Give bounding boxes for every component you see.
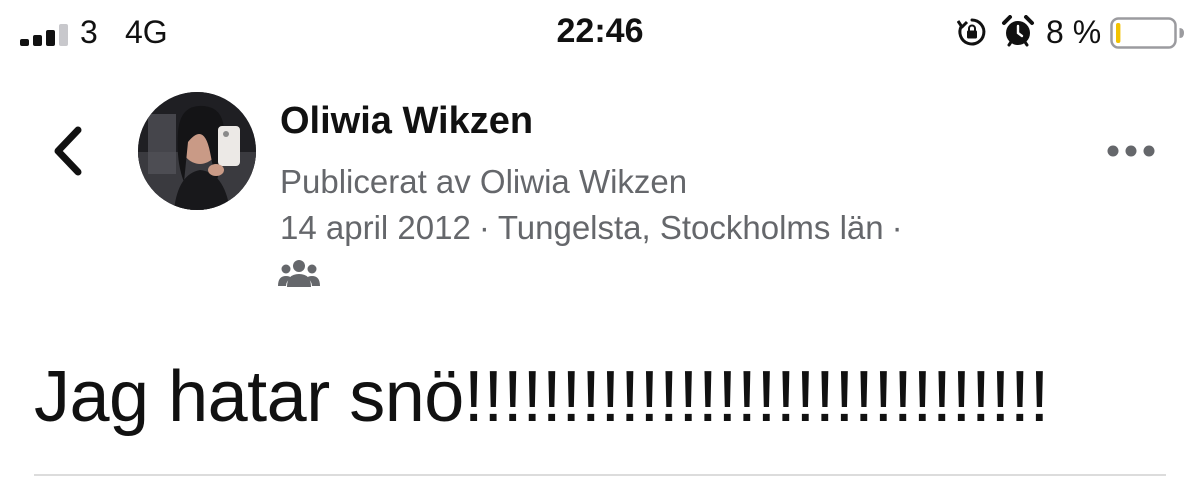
battery-icon: [1110, 17, 1184, 49]
post-date[interactable]: 14 april 2012: [280, 209, 471, 246]
avatar[interactable]: [138, 92, 256, 210]
post-text: Jag hatar snö!!!!!!!!!!!!!!!!!!!!!!!!!!!…: [34, 357, 1049, 437]
friends-icon[interactable]: [278, 258, 320, 288]
status-bar: 3 4G 22:46 8 %: [0, 0, 1200, 64]
author-name[interactable]: Oliwia Wikzen: [280, 98, 533, 144]
divider: [34, 474, 1166, 476]
battery-percent: 8 %: [1046, 14, 1102, 50]
meta-separator: ·: [478, 209, 490, 246]
alarm-icon: [1002, 15, 1034, 47]
meta-separator: ·: [891, 209, 903, 246]
rotation-lock-icon: [957, 18, 986, 46]
published-by-text: Publicerat av Oliwia Wikzen: [280, 163, 688, 200]
post-location[interactable]: Tungelsta, Stockholms län: [498, 209, 884, 246]
more-options-icon[interactable]: [1104, 136, 1158, 166]
post-meta: 14 april 2012 · Tungelsta, Stockholms län ·: [280, 208, 911, 248]
back-chevron-icon[interactable]: [44, 122, 92, 180]
